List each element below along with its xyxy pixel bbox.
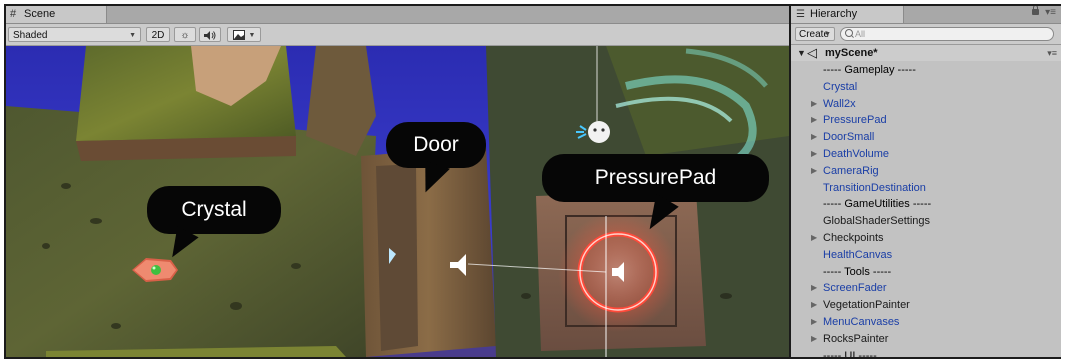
hierarchy-tab-bar: ☰ Hierarchy ▾≡ xyxy=(791,6,1061,24)
hierarchy-item[interactable]: ▶ DeathVolume xyxy=(791,146,1061,162)
crystal-callout-label: Crystal xyxy=(181,198,247,221)
speaker-icon xyxy=(204,31,216,40)
expanded-arrow-icon[interactable]: ▼ xyxy=(797,45,806,61)
hierarchy-item-label: TransitionDestination xyxy=(823,181,926,194)
scene-viewport[interactable]: Door Crystal PressurePad xyxy=(6,46,789,357)
shading-mode-label: Shaded xyxy=(13,30,48,41)
hash-icon: # xyxy=(10,8,17,20)
expand-arrow-icon[interactable]: ▶ xyxy=(811,280,817,296)
image-icon xyxy=(232,30,245,40)
expand-arrow-icon[interactable]: ▶ xyxy=(811,146,817,162)
scene-menu-icon[interactable]: ▾≡ xyxy=(1047,45,1057,61)
scene-panel: # Scene Shaded ▼ 2D ☼ ▼ Door Crystal Pre… xyxy=(6,6,789,357)
expand-arrow-icon[interactable]: ▶ xyxy=(811,230,817,246)
unity-scene-icon: ◁ xyxy=(807,45,817,60)
search-field[interactable] xyxy=(840,27,1054,41)
hierarchy-item-label: CameraRig xyxy=(823,164,879,177)
hierarchy-separator[interactable]: ----- Tools ----- xyxy=(791,264,1061,280)
hierarchy-item[interactable]: ▶ ScreenFader xyxy=(791,280,1061,296)
pressure-pad-callout-label: PressurePad xyxy=(594,166,717,189)
scene-name: myScene* xyxy=(825,47,878,59)
hierarchy-toolbar: Create ▼ xyxy=(791,24,1061,45)
expand-arrow-icon[interactable]: ▶ xyxy=(811,163,817,179)
hierarchy-item-label: Checkpoints xyxy=(823,232,884,244)
hierarchy-item[interactable]: ▶ CameraRig xyxy=(791,163,1061,179)
hierarchy-separator[interactable]: ----- Gameplay ----- xyxy=(791,62,1061,78)
expand-arrow-icon[interactable]: ▶ xyxy=(811,96,817,112)
effects-dropdown[interactable]: ▼ xyxy=(227,27,261,42)
chevron-down-icon: ▼ xyxy=(248,32,256,39)
tab-scene-label: Scene xyxy=(24,8,56,20)
hierarchy-item-label: ----- Tools ----- xyxy=(823,265,892,278)
lock-icon[interactable] xyxy=(1032,6,1039,15)
hierarchy-item[interactable]: ▶ VegetationPainter xyxy=(791,297,1061,313)
expand-arrow-icon[interactable]: ▶ xyxy=(811,112,817,128)
hierarchy-item[interactable]: ▶ Checkpoints xyxy=(791,230,1061,246)
expand-arrow-icon[interactable]: ▶ xyxy=(811,129,817,145)
door-callout-label: Door xyxy=(413,133,459,156)
crystal-callout: Crystal xyxy=(147,186,281,264)
toggle-2d-button[interactable]: 2D xyxy=(146,27,170,42)
pressure-pad-callout: PressurePad xyxy=(542,154,769,237)
hierarchy-separator[interactable]: ----- GameUtilities ----- xyxy=(791,196,1061,212)
list-icon: ☰ xyxy=(796,9,805,20)
hierarchy-item-label: HealthCanvas xyxy=(823,248,893,261)
audio-toggle-button[interactable] xyxy=(199,27,221,42)
scene-toolbar: Shaded ▼ 2D ☼ ▼ xyxy=(6,24,789,46)
hierarchy-item-label: ----- UI ----- xyxy=(823,349,877,357)
hierarchy-item[interactable]: ▶ PressurePad xyxy=(791,112,1061,128)
hierarchy-item-label: RocksPainter xyxy=(823,332,889,345)
sun-icon: ☼ xyxy=(180,30,190,41)
scene-root-row[interactable]: ▼ ◁ myScene* ▾≡ xyxy=(791,45,1061,61)
hierarchy-item-label: Crystal xyxy=(823,80,858,93)
tab-hierarchy-label: Hierarchy xyxy=(810,8,858,20)
hierarchy-item-label: PressurePad xyxy=(823,114,887,127)
hierarchy-item-label: DoorSmall xyxy=(823,131,875,144)
search-icon xyxy=(845,29,853,37)
hierarchy-item-label: GlobalShaderSettings xyxy=(823,215,931,228)
hierarchy-item[interactable]: ▶ Wall2x xyxy=(791,96,1061,112)
hierarchy-item-label: ----- Gameplay ----- xyxy=(823,64,916,76)
hierarchy-item[interactable]: Crystal xyxy=(791,79,1061,95)
scene-tab-bar: # Scene xyxy=(6,6,789,24)
search-input[interactable] xyxy=(855,28,1035,40)
panel-menu-icon[interactable]: ▾≡ xyxy=(1045,7,1056,18)
lighting-toggle-button[interactable]: ☼ xyxy=(174,27,196,42)
chevron-down-icon: ▼ xyxy=(129,32,136,39)
tab-hierarchy[interactable]: ☰ Hierarchy xyxy=(791,6,904,23)
tab-scene[interactable]: # Scene xyxy=(6,6,107,23)
hierarchy-item-label: MenuCanvases xyxy=(823,316,900,328)
hierarchy-item-label: ScreenFader xyxy=(823,282,887,295)
expand-arrow-icon[interactable]: ▶ xyxy=(811,297,817,313)
expand-arrow-icon[interactable]: ▶ xyxy=(811,314,817,330)
hierarchy-item[interactable]: ▶ RocksPainter xyxy=(791,331,1061,347)
hierarchy-item-label: ----- GameUtilities ----- xyxy=(823,198,932,211)
hierarchy-item[interactable]: GlobalShaderSettings xyxy=(791,213,1061,229)
chevron-down-icon: ▼ xyxy=(824,31,831,38)
create-button[interactable]: Create ▼ xyxy=(795,27,835,41)
shading-mode-dropdown[interactable]: Shaded ▼ xyxy=(8,27,141,42)
hierarchy-item-label: VegetationPainter xyxy=(823,299,910,312)
hierarchy-separator[interactable]: ----- UI ----- xyxy=(791,348,1061,357)
hierarchy-item[interactable]: ▶ MenuCanvases xyxy=(791,314,1061,330)
hierarchy-item[interactable]: HealthCanvas xyxy=(791,247,1061,263)
hierarchy-item[interactable]: ▶ DoorSmall xyxy=(791,129,1061,145)
hierarchy-item-label: Wall2x xyxy=(823,97,856,110)
hierarchy-item[interactable]: TransitionDestination xyxy=(791,180,1061,196)
hierarchy-panel: ☰ Hierarchy ▾≡ Create ▼ ▼ ◁ myScene* ▾≡ … xyxy=(791,6,1061,357)
door-callout: Door xyxy=(386,122,486,198)
hierarchy-item-label: DeathVolume xyxy=(823,148,890,160)
expand-arrow-icon[interactable]: ▶ xyxy=(811,331,817,347)
